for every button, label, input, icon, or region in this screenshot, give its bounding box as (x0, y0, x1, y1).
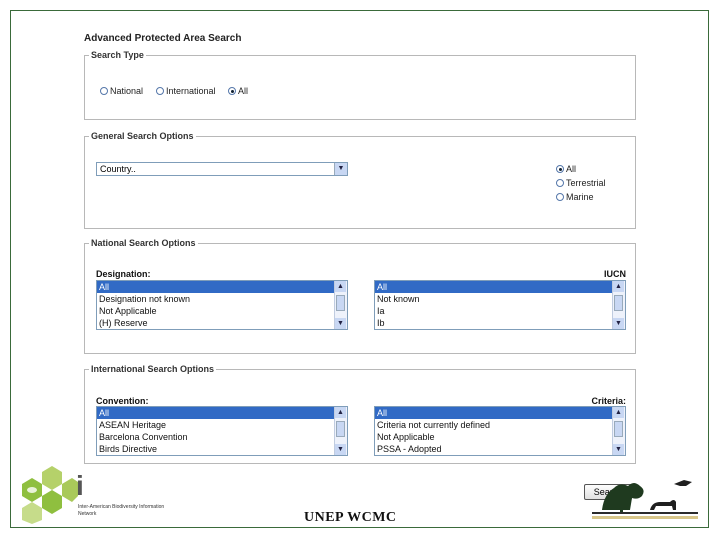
international-search-legend: International Search Options (91, 364, 215, 374)
search-type-legend: Search Type (91, 50, 144, 60)
radio-all-type-label: All (238, 86, 249, 96)
designation-label: Designation: (96, 269, 151, 279)
iabin-name: Inter-American Biodiversity Information … (78, 504, 165, 517)
scroll-thumb[interactable] (336, 421, 345, 437)
radio-all-type-dot[interactable] (228, 87, 236, 95)
scroll-thumb[interactable] (614, 421, 623, 437)
scroll-down-icon[interactable]: ▼ (613, 318, 624, 329)
country-select[interactable]: Country.. ▼ (96, 162, 348, 176)
radio-env-all[interactable]: All (556, 164, 576, 174)
designation-scrollbar[interactable]: ▲ ▼ (334, 281, 347, 329)
list-item[interactable]: All (97, 407, 334, 419)
convention-listbox[interactable]: All ASEAN Heritage Barcelona Convention … (96, 406, 348, 456)
list-item[interactable]: Designation not known (97, 293, 334, 305)
page-title: Advanced Protected Area Search (84, 33, 242, 44)
list-item[interactable]: Not known (375, 293, 612, 305)
radio-terrestrial-label: Terrestrial (566, 178, 606, 188)
scroll-thumb[interactable] (614, 295, 623, 311)
radio-marine[interactable]: Marine (556, 192, 594, 202)
radio-international-dot[interactable] (156, 87, 164, 95)
list-item[interactable]: All (375, 281, 612, 293)
list-item[interactable]: PSSA - Adopted (375, 443, 612, 455)
iucn-scrollbar[interactable]: ▲ ▼ (612, 281, 625, 329)
iucn-category-listbox[interactable]: All Not known Ia Ib ▲ ▼ (374, 280, 626, 330)
radio-national[interactable]: National (100, 86, 143, 96)
radio-all-type[interactable]: All (228, 86, 248, 96)
list-item[interactable]: Not Applicable (375, 431, 612, 443)
radio-marine-dot[interactable] (556, 193, 564, 201)
list-item[interactable]: Not Applicable (97, 305, 334, 317)
list-item[interactable]: Barcelona Convention (97, 431, 334, 443)
criteria-label: Criteria: (591, 396, 626, 406)
country-select-value: Country.. (100, 164, 136, 174)
list-item[interactable]: Ib (375, 317, 612, 329)
scroll-up-icon[interactable]: ▲ (335, 407, 346, 418)
radio-marine-label: Marine (566, 192, 594, 202)
scroll-up-icon[interactable]: ▲ (335, 281, 346, 292)
scroll-down-icon[interactable]: ▼ (335, 444, 346, 455)
radio-env-all-dot[interactable] (556, 165, 564, 173)
radio-terrestrial[interactable]: Terrestrial (556, 178, 606, 188)
national-search-legend: National Search Options (91, 238, 196, 248)
scroll-down-icon[interactable]: ▼ (613, 444, 624, 455)
search-type-section: Search Type (84, 50, 636, 120)
scroll-thumb[interactable] (336, 295, 345, 311)
convention-scrollbar[interactable]: ▲ ▼ (334, 407, 347, 455)
unep-wcmc-logo: UNEP WCMC (304, 510, 397, 525)
iabin-hexagon-logo-icon (22, 466, 78, 524)
radio-env-all-label: All (566, 164, 577, 174)
list-item[interactable]: All (375, 407, 612, 419)
list-item[interactable]: Ia (375, 305, 612, 317)
radio-terrestrial-dot[interactable] (556, 179, 564, 187)
convention-label: Convention: (96, 396, 149, 406)
radio-international[interactable]: International (156, 86, 216, 96)
scroll-up-icon[interactable]: ▲ (613, 281, 624, 292)
criteria-listbox[interactable]: All Criteria not currently defined Not A… (374, 406, 626, 456)
scroll-up-icon[interactable]: ▲ (613, 407, 624, 418)
general-search-legend: General Search Options (91, 131, 194, 141)
wildlife-silhouette-logo-icon (592, 480, 698, 519)
radio-national-label: National (110, 86, 144, 96)
list-item[interactable]: ASEAN Heritage (97, 419, 334, 431)
scroll-down-icon[interactable]: ▼ (335, 318, 346, 329)
list-item[interactable]: Birds Directive (97, 443, 334, 455)
designation-listbox[interactable]: All Designation not known Not Applicable… (96, 280, 348, 330)
list-item[interactable]: Criteria not currently defined (375, 419, 612, 431)
chevron-down-icon[interactable]: ▼ (334, 163, 347, 175)
iabin-letter: i (76, 470, 84, 501)
radio-international-label: International (166, 86, 216, 96)
list-item[interactable]: All (97, 281, 334, 293)
list-item[interactable]: (H) Reserve (97, 317, 334, 329)
radio-national-dot[interactable] (100, 87, 108, 95)
criteria-scrollbar[interactable]: ▲ ▼ (612, 407, 625, 455)
general-search-section: General Search Options (84, 131, 636, 229)
